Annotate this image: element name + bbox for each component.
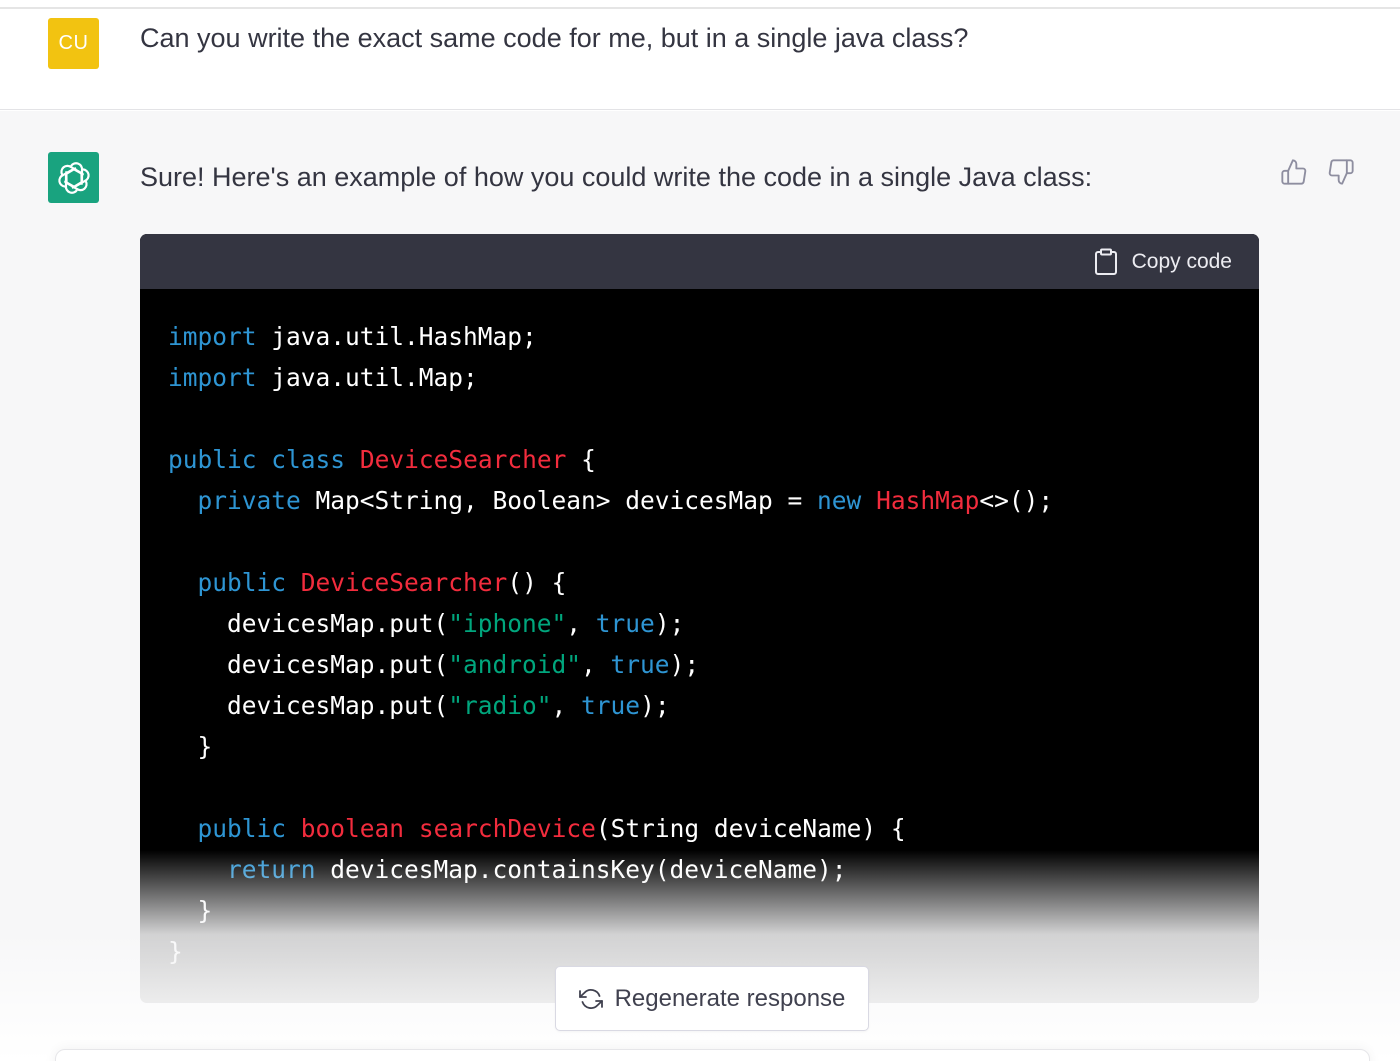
code-token: <>(); — [979, 486, 1054, 515]
code-token: "android" — [448, 650, 582, 679]
thumbs-up-button[interactable] — [1279, 157, 1309, 187]
code-token: ); — [654, 609, 685, 638]
copy-code-label: Copy code — [1131, 249, 1232, 273]
code-line: public class DeviceSearcher { — [168, 439, 1239, 480]
code-token: { — [566, 445, 596, 474]
code-token: Map<String, Boolean> devicesMap = — [300, 486, 818, 515]
code-line: devicesMap.put("radio", true); — [168, 685, 1239, 726]
code-line: } — [168, 890, 1239, 931]
regenerate-label: Regenerate response — [614, 984, 846, 1012]
code-token: (String deviceName) { — [595, 814, 906, 843]
thumbs-down-button[interactable] — [1326, 157, 1356, 187]
assistant-message-row: Sure! Here's an example of how you could… — [0, 111, 1400, 1061]
code-token: , — [581, 650, 611, 679]
code-token: , — [566, 609, 596, 638]
code-line: import java.util.Map; — [168, 357, 1239, 398]
clipboard-icon — [1094, 248, 1117, 275]
code-token: return — [227, 855, 316, 884]
code-line: devicesMap.put("iphone", true); — [168, 603, 1239, 644]
code-token: true — [581, 691, 641, 720]
assistant-avatar — [48, 152, 99, 203]
code-token: class — [271, 445, 346, 474]
code-token: () { — [507, 568, 567, 597]
code-token: java.util.Map; — [256, 363, 478, 392]
code-token: devicesMap.put( — [168, 650, 449, 679]
code-line: import java.util.HashMap; — [168, 316, 1239, 357]
user-message-row: CU Can you write the exact same code for… — [0, 9, 1400, 110]
thumbs-up-icon — [1281, 159, 1307, 185]
code-token: } — [168, 732, 213, 761]
code-token: searchDevice — [418, 814, 596, 843]
code-token: DeviceSearcher — [359, 445, 567, 474]
code-token: DeviceSearcher — [300, 568, 508, 597]
code-token: HashMap — [876, 486, 980, 515]
regenerate-response-button[interactable]: Regenerate response — [555, 966, 869, 1031]
code-token: boolean — [300, 814, 405, 843]
code-token: devicesMap.containsKey(deviceName); — [315, 855, 847, 884]
code-block-header: Copy code — [140, 234, 1259, 289]
code-token: import — [168, 363, 257, 392]
code-token: } — [168, 896, 213, 925]
message-input-box[interactable] — [55, 1049, 1370, 1061]
code-line: private Map<String, Boolean> devicesMap … — [168, 480, 1239, 521]
code-token: import — [168, 322, 257, 351]
code-token: , — [551, 691, 582, 720]
code-token: public — [168, 445, 257, 474]
code-token: true — [595, 609, 655, 638]
code-block: Copy code import java.util.HashMap; impor… — [140, 234, 1259, 1003]
copy-code-button[interactable]: Copy code — [1094, 248, 1232, 276]
top-divider — [0, 0, 1400, 9]
user-avatar: CU — [48, 18, 99, 69]
code-token: public — [197, 568, 287, 597]
openai-logo-icon — [57, 161, 90, 194]
code-token: ); — [669, 650, 700, 679]
user-message-text: Can you write the exact same code for me… — [140, 23, 969, 53]
code-token: ); — [640, 691, 670, 720]
code-token: new — [817, 486, 862, 515]
code-token: true — [610, 650, 670, 679]
code-line: } — [168, 726, 1239, 767]
code-line: devicesMap.put("android", true); — [168, 644, 1239, 685]
code-token: "radio" — [448, 691, 552, 720]
code-token: private — [197, 486, 301, 515]
code-token: devicesMap.put( — [168, 691, 449, 720]
thumbs-down-icon — [1328, 159, 1354, 185]
code-content: import java.util.HashMap; import java.uti… — [168, 316, 1239, 972]
refresh-icon — [578, 988, 603, 1009]
code-token: "iphone" — [448, 609, 567, 638]
code-line: public DeviceSearcher() { — [168, 562, 1239, 603]
code-token: devicesMap.put( — [168, 609, 449, 638]
assistant-message-text: Sure! Here's an example of how you could… — [140, 162, 1093, 192]
code-line: public boolean searchDevice(String devic… — [168, 808, 1239, 849]
code-token: java.util.HashMap; — [256, 322, 537, 351]
code-token: public — [197, 814, 287, 843]
code-line: return devicesMap.containsKey(deviceName… — [168, 849, 1239, 890]
